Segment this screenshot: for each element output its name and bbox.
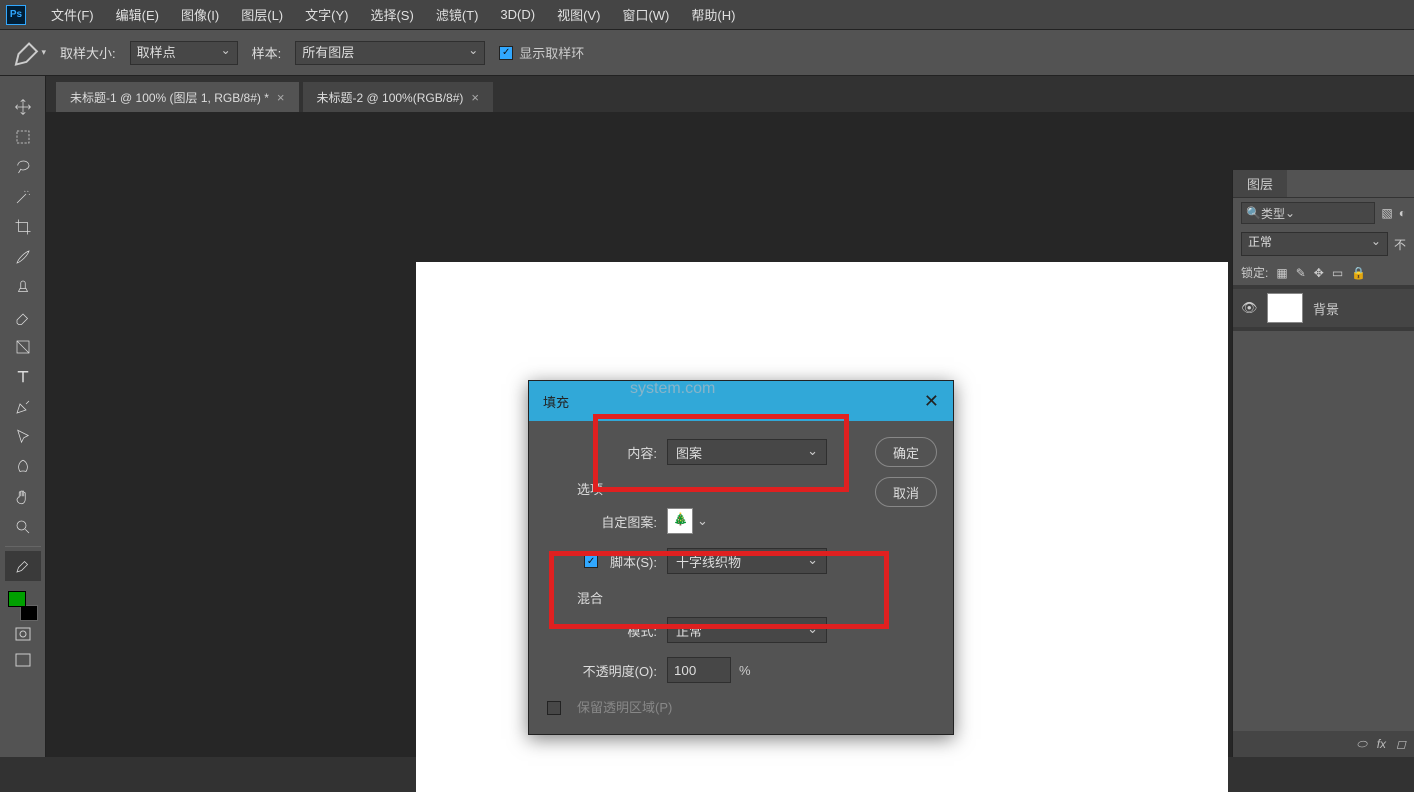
options-bar: ▾ 取样大小: 取样点 样本: 所有图层 ✓ 显示取样环 (0, 30, 1414, 76)
menu-edit[interactable]: 编辑(E) (105, 5, 170, 24)
menu-bar: Ps 文件(F) 编辑(E) 图像(I) 图层(L) 文字(Y) 选择(S) 滤… (0, 0, 1414, 30)
mask-icon[interactable]: ◻ (1396, 737, 1406, 751)
layers-tab[interactable]: 图层 (1233, 170, 1287, 197)
document-tabs: 未标题-1 @ 100% (图层 1, RGB/8#) * × 未标题-2 @ … (46, 76, 1414, 112)
color-swatches[interactable] (8, 591, 38, 621)
lock-label: 锁定: (1241, 264, 1268, 281)
preserve-transparency-checkbox[interactable]: ✓ (547, 701, 561, 715)
photoshop-icon: Ps (6, 5, 26, 25)
menu-window[interactable]: 窗口(W) (611, 5, 680, 24)
percent-label: % (739, 663, 751, 678)
layer-item[interactable]: 👁 背景 (1233, 289, 1414, 327)
pen-tool[interactable] (5, 392, 41, 422)
zoom-tool[interactable] (5, 512, 41, 542)
move-tool[interactable] (5, 92, 41, 122)
brush-tool[interactable] (5, 242, 41, 272)
toolbox (0, 76, 46, 757)
lock-pixels-icon[interactable]: ▦ (1276, 266, 1287, 280)
layers-panel: 图层 🔍 类型 ⌄ ▧ ◐ 正常 不 锁定: ▦ ✎ ✥ ▭ 🔒 👁 背景 ⬭ … (1232, 170, 1414, 757)
script-checkbox[interactable]: ✓ (584, 554, 598, 568)
gradient-tool[interactable] (5, 332, 41, 362)
dialog-title: 填充 (543, 392, 569, 411)
close-icon[interactable]: × (277, 90, 285, 105)
eraser-tool[interactable] (5, 302, 41, 332)
sample-select[interactable]: 所有图层 (295, 41, 485, 65)
stamp-tool[interactable] (5, 272, 41, 302)
tab-label: 未标题-2 @ 100%(RGB/8#) (317, 89, 464, 106)
preserve-transparency-label: 保留透明区域(P) (577, 697, 672, 716)
mode-label: 模式: (547, 621, 667, 640)
screenmode-toggle[interactable] (5, 647, 41, 673)
panel-tabs: 图层 (1233, 170, 1414, 198)
filter-label: 类型 (1261, 205, 1285, 222)
panel-footer: ⬭ fx ◻ (1233, 731, 1414, 757)
lock-position-icon[interactable]: ✥ (1314, 266, 1324, 280)
menu-select[interactable]: 选择(S) (359, 5, 424, 24)
path-select-tool[interactable] (5, 422, 41, 452)
type-tool[interactable] (5, 362, 41, 392)
menu-image[interactable]: 图像(I) (170, 5, 230, 24)
lasso-tool[interactable] (5, 152, 41, 182)
visibility-icon[interactable]: 👁 (1241, 300, 1257, 316)
foreground-color[interactable] (8, 591, 26, 607)
menu-3d[interactable]: 3D(D) (489, 7, 546, 22)
fx-icon[interactable]: fx (1377, 737, 1386, 751)
menu-help[interactable]: 帮助(H) (680, 5, 746, 24)
close-icon[interactable]: × (471, 90, 479, 105)
filter-image-icon[interactable]: ▧ (1381, 206, 1392, 220)
background-color[interactable] (20, 605, 38, 621)
mode-select[interactable]: 正常 (667, 617, 827, 643)
content-select[interactable]: 图案 (667, 439, 827, 465)
script-select[interactable]: 十字线织物 (667, 548, 827, 574)
blend-mode-select[interactable]: 正常 (1241, 232, 1388, 256)
crop-tool[interactable] (5, 212, 41, 242)
eyedropper-tool[interactable] (5, 551, 41, 581)
cancel-button[interactable]: 取消 (875, 477, 937, 507)
show-ring-label: 显示取样环 (519, 43, 584, 62)
ok-button[interactable]: 确定 (875, 437, 937, 467)
layer-filter[interactable]: 🔍 类型 ⌄ (1241, 202, 1375, 224)
show-ring-checkbox[interactable]: ✓ (499, 46, 513, 60)
script-label: 脚本(S): (610, 552, 657, 571)
menu-layer[interactable]: 图层(L) (230, 5, 294, 24)
content-label: 内容: (547, 443, 667, 462)
pattern-thumbnail[interactable] (667, 508, 693, 534)
menu-filter[interactable]: 滤镜(T) (425, 5, 490, 24)
shape-tool[interactable] (5, 452, 41, 482)
quickmask-toggle[interactable] (5, 621, 41, 647)
link-icon[interactable]: ⬭ (1356, 737, 1366, 752)
layer-name[interactable]: 背景 (1313, 299, 1339, 318)
tab-label: 未标题-1 @ 100% (图层 1, RGB/8#) * (70, 89, 269, 106)
menu-view[interactable]: 视图(V) (546, 5, 611, 24)
lock-all-icon[interactable]: 🔒 (1351, 266, 1366, 280)
opacity-short-label: 不 (1394, 236, 1406, 253)
custom-pattern-label: 自定图案: (547, 512, 667, 531)
document-tab-2[interactable]: 未标题-2 @ 100%(RGB/8#) × (303, 82, 493, 112)
sample-size-label: 取样大小: (60, 43, 116, 62)
dialog-titlebar[interactable]: 填充 ✕ (529, 381, 953, 421)
document-tab-1[interactable]: 未标题-1 @ 100% (图层 1, RGB/8#) * × (56, 82, 299, 112)
current-tool-icon[interactable]: ▾ (12, 39, 46, 67)
marquee-tool[interactable] (5, 122, 41, 152)
hand-tool[interactable] (5, 482, 41, 512)
menu-file[interactable]: 文件(F) (40, 5, 105, 24)
layer-list: 👁 背景 (1233, 285, 1414, 331)
magic-wand-tool[interactable] (5, 182, 41, 212)
layer-thumbnail[interactable] (1267, 293, 1303, 323)
blend-section-label: 混合 (577, 588, 935, 607)
opacity-label: 不透明度(O): (547, 661, 667, 680)
fill-dialog: 填充 ✕ 确定 取消 内容: 图案 选项 自定图案: ⌄ ✓ 脚本(S): 十字… (528, 380, 954, 735)
menu-type[interactable]: 文字(Y) (294, 5, 359, 24)
filter-adjust-icon[interactable]: ◐ (1399, 206, 1406, 220)
close-icon[interactable]: ✕ (924, 391, 939, 412)
opacity-input[interactable] (667, 657, 731, 683)
chevron-down-icon[interactable]: ⌄ (697, 513, 708, 529)
sample-size-select[interactable]: 取样点 (130, 41, 238, 65)
sample-label: 样本: (252, 43, 282, 62)
toolbox-grip[interactable] (8, 80, 38, 88)
lock-brush-icon[interactable]: ✎ (1296, 266, 1306, 280)
lock-artboard-icon[interactable]: ▭ (1332, 266, 1343, 280)
